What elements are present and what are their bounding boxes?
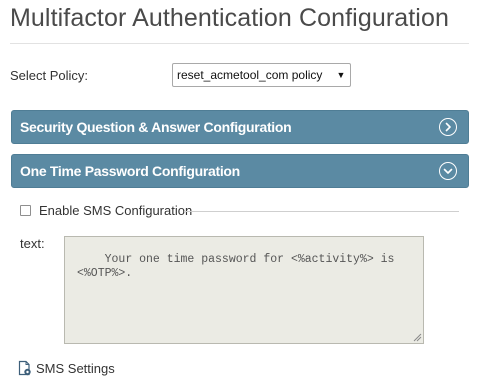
sms-settings-link[interactable]: SMS Settings: [18, 360, 115, 376]
security-qa-section-label: Security Question & Answer Configuration: [20, 119, 292, 135]
title-divider: [10, 43, 469, 44]
sms-fieldset-divider: [184, 211, 459, 212]
chevron-down-circle-icon: [439, 162, 457, 180]
otp-section-label: One Time Password Configuration: [20, 163, 240, 179]
sms-message-text: Your one time password for <%activity%> …: [77, 253, 402, 280]
enable-sms-checkbox[interactable]: [20, 205, 31, 216]
resize-grip-icon[interactable]: [412, 332, 422, 342]
enable-sms-label[interactable]: Enable SMS Configuration: [39, 203, 192, 218]
page-title: Multifactor Authentication Configuration: [10, 4, 449, 32]
policy-select-value: reset_acmetool_com policy: [177, 68, 323, 82]
sms-text-label: text:: [20, 236, 45, 251]
security-qa-section-header[interactable]: Security Question & Answer Configuration: [11, 110, 469, 144]
sms-message-textarea[interactable]: Your one time password for <%activity%> …: [64, 236, 424, 344]
sms-settings-label: SMS Settings: [36, 360, 115, 376]
chevron-right-circle-icon: [439, 118, 457, 136]
mfa-config-page: Multifactor Authentication Configuration…: [0, 0, 500, 390]
dropdown-arrow-icon: ▼: [336, 70, 346, 80]
otp-section-header[interactable]: One Time Password Configuration: [11, 154, 469, 188]
policy-select[interactable]: reset_acmetool_com policy ▼: [172, 63, 351, 87]
document-gear-icon: [18, 360, 32, 376]
enable-sms-row: Enable SMS Configuration: [20, 203, 192, 218]
policy-label: Select Policy:: [10, 68, 89, 83]
